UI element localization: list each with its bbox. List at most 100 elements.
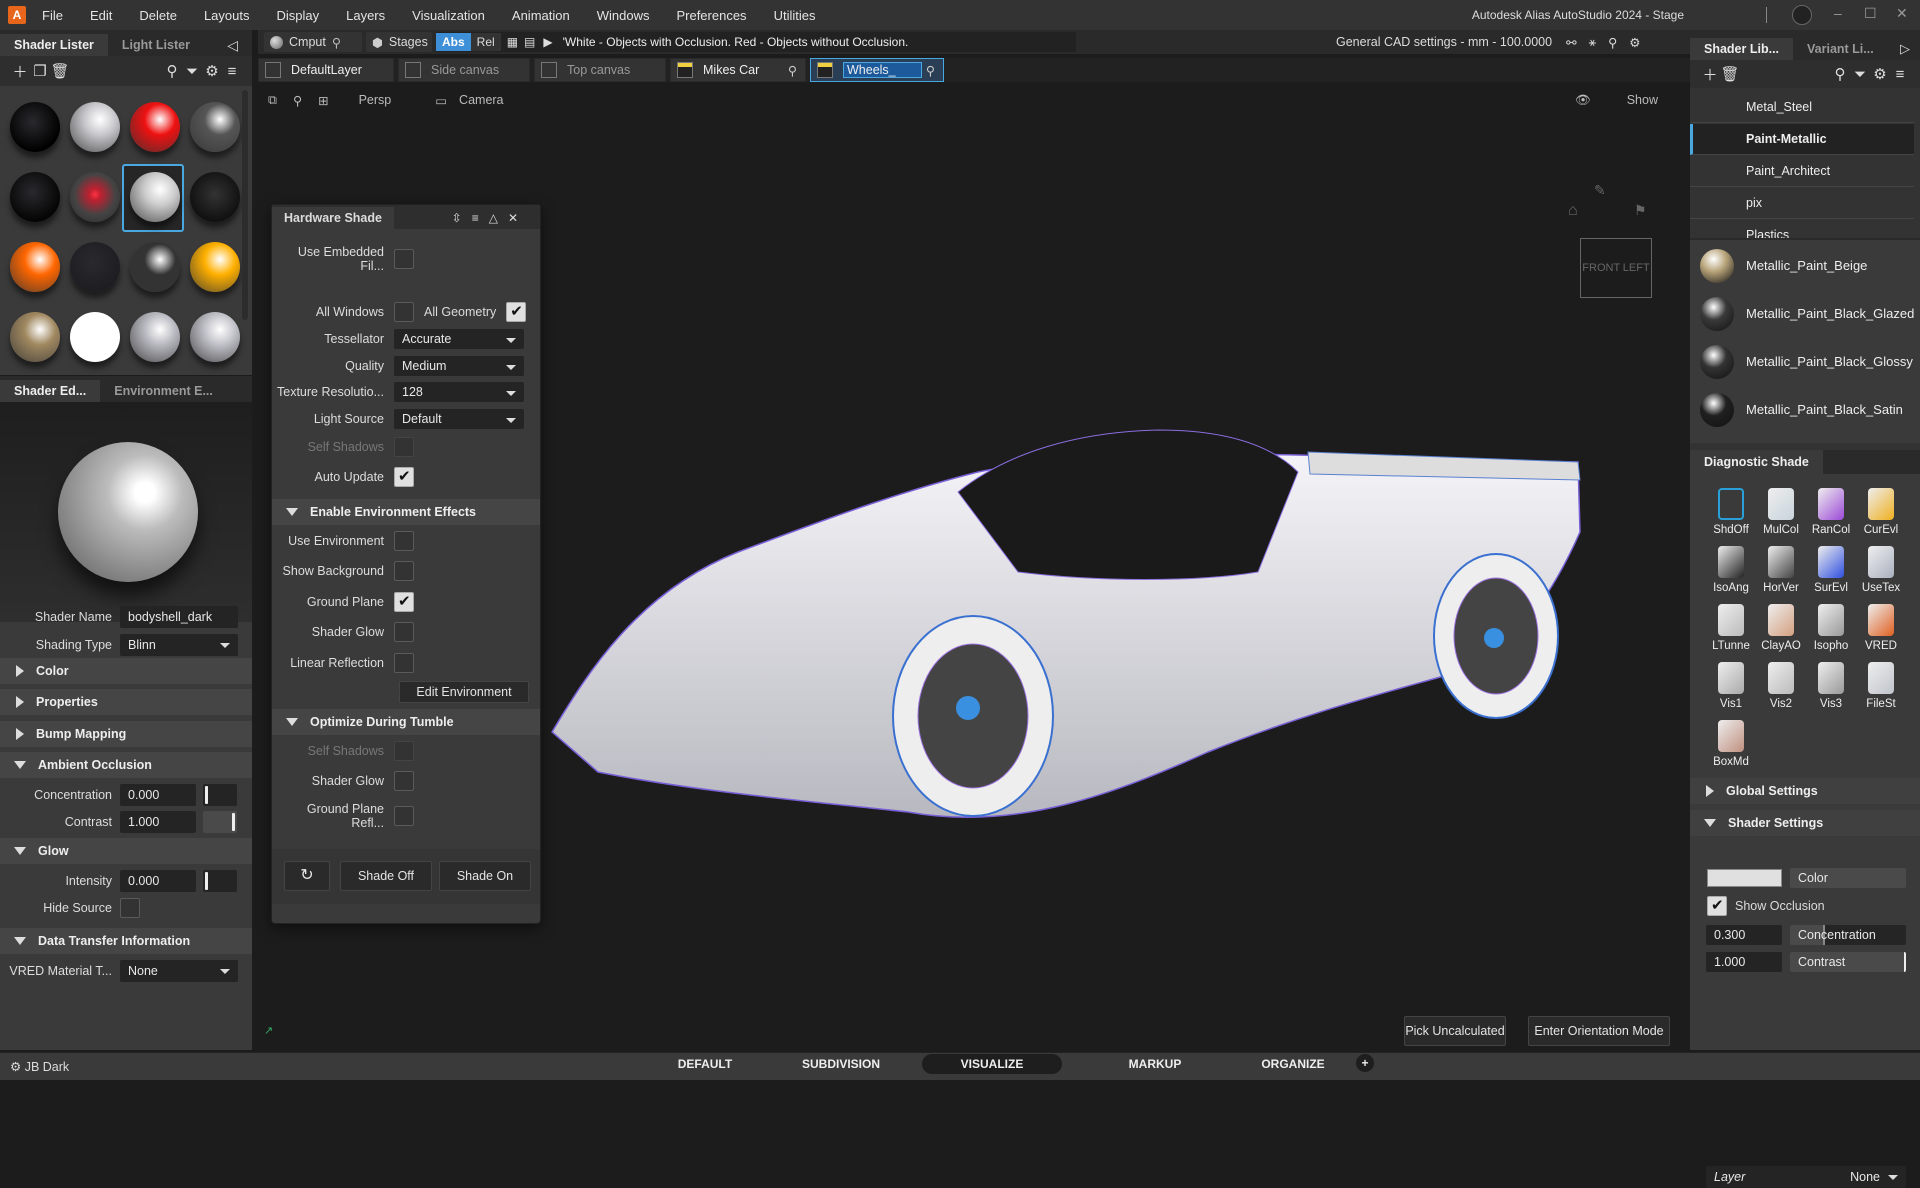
menu-visualization[interactable]: Visualization (412, 8, 485, 23)
opt-self-shadows-checkbox[interactable] (394, 741, 414, 761)
section-optimize-tumble[interactable]: Optimize During Tumble (272, 709, 540, 735)
minimize-button[interactable]: – (1834, 5, 1842, 21)
shader-swatch[interactable] (70, 312, 120, 362)
vred-material-dropdown[interactable]: None (120, 960, 238, 982)
menu-windows[interactable]: Windows (597, 8, 650, 23)
layer-tab[interactable]: Mikes Car ⚲ (670, 58, 806, 82)
shader-swatch[interactable] (10, 102, 60, 152)
search-icon[interactable]: ⚲ (162, 62, 182, 80)
construction-icon[interactable]: ⚹ (1589, 35, 1597, 50)
diagnostic-tool-horver[interactable]: HorVer (1756, 546, 1806, 594)
zoom-icon[interactable]: ⚲ (293, 93, 302, 108)
show-label[interactable]: Show (1627, 93, 1658, 107)
light-dropdown[interactable]: Default (394, 409, 524, 429)
slider-thumb[interactable] (205, 786, 208, 804)
menu-display[interactable]: Display (276, 8, 319, 23)
tab-shader-lister[interactable]: Shader Lister (0, 34, 108, 56)
shader-swatch[interactable] (130, 172, 180, 222)
trash-icon[interactable]: 🗑 (1720, 65, 1740, 83)
library-category[interactable]: Metal_Steel (1690, 92, 1914, 123)
menu-layers[interactable]: Layers (346, 8, 385, 23)
shader-swatch[interactable] (190, 312, 240, 362)
gear-icon[interactable]: ⚙ (1870, 65, 1890, 83)
viewcube-left[interactable]: LEFT (1623, 262, 1650, 274)
trash-icon[interactable]: 🗑 (50, 62, 70, 80)
shader-swatch[interactable] (70, 102, 120, 152)
library-category[interactable]: Paint_Architect (1690, 156, 1914, 187)
library-category[interactable]: Plastics (1690, 220, 1914, 238)
add-icon[interactable]: ＋ (1700, 64, 1720, 85)
play-icon[interactable]: ▶ (543, 35, 552, 49)
glow-intensity-slider[interactable] (203, 870, 237, 892)
workspace-tab-organize[interactable]: ORGANIZE (1248, 1054, 1338, 1074)
diagnostic-tool-isoang[interactable]: IsoAng (1706, 546, 1756, 594)
layer-tab[interactable]: DefaultLayer (258, 58, 394, 82)
glow-intensity-input[interactable]: 0.000 (120, 870, 196, 892)
tab-shader-editor[interactable]: Shader Ed... (0, 380, 101, 402)
show-bg-checkbox[interactable] (394, 561, 414, 581)
texres-dropdown[interactable]: 128 (394, 382, 524, 402)
pick-icon[interactable]: ⚲ (1608, 35, 1617, 50)
cmput-button[interactable]: Cmput ⚲ (264, 32, 362, 52)
add-workspace-button[interactable]: + (1356, 1054, 1374, 1072)
shade-on-button[interactable]: Shade On (439, 861, 531, 891)
shade-off-button[interactable]: Shade Off (340, 861, 432, 891)
shader-swatch[interactable] (10, 242, 60, 292)
search-icon[interactable]: ⚲ (1830, 65, 1850, 83)
filter-icon[interactable]: ⏷ (1850, 66, 1870, 83)
diagnostic-tool-filest[interactable]: FileSt (1856, 662, 1906, 710)
section-color[interactable]: Color (0, 658, 252, 684)
section-glow[interactable]: Glow (0, 838, 252, 864)
viewcube[interactable]: ⌂ ✎ ⚑ FRONT LEFT (1548, 172, 1658, 298)
add-icon[interactable]: ＋ (10, 61, 30, 82)
quality-dropdown[interactable]: Medium (394, 356, 524, 376)
diagnostic-tool-usetex[interactable]: UseTex (1856, 546, 1906, 594)
slider-thumb[interactable] (232, 813, 235, 831)
pin-dialog-icon[interactable]: ⇳ (452, 211, 472, 225)
layer-tab[interactable]: Top canvas (534, 58, 666, 82)
menu-preferences[interactable]: Preferences (676, 8, 746, 23)
shader-swatch[interactable] (190, 172, 240, 222)
abs-toggle[interactable]: Abs (436, 33, 471, 51)
shader-swatch[interactable] (190, 242, 240, 292)
opt-shader-glow-checkbox[interactable] (394, 771, 414, 791)
shader-swatch[interactable] (130, 242, 180, 292)
concentration-input[interactable]: 0.300 (1706, 925, 1782, 945)
shader-swatch[interactable] (130, 312, 180, 362)
shading-type-dropdown[interactable]: Blinn (120, 634, 238, 656)
shader-swatch[interactable] (190, 102, 240, 152)
swatch-scrollbar[interactable] (242, 90, 248, 320)
search-icon[interactable]: ⚲ (788, 63, 797, 78)
shader-swatch[interactable] (130, 102, 180, 152)
section-data-transfer[interactable]: Data Transfer Information (0, 928, 252, 954)
expand-panel-icon[interactable]: ▷ (1900, 38, 1910, 60)
tab-light-lister[interactable]: Light Lister (108, 34, 204, 56)
diagnostic-tool-curevl[interactable]: CurEvl (1856, 488, 1906, 536)
color-slider[interactable]: Color (1790, 868, 1906, 888)
rel-toggle[interactable]: Rel (470, 33, 501, 51)
menu-animation[interactable]: Animation (512, 8, 570, 23)
diagnostic-tool-surevl[interactable]: SurEvl (1806, 546, 1856, 594)
workspace-tab-subdivision[interactable]: SUBDIVISION (796, 1054, 886, 1074)
shader-swatch[interactable] (70, 172, 120, 222)
collapse-panel-icon[interactable]: ◁ (227, 34, 238, 56)
menu-file[interactable]: File (42, 8, 63, 23)
menu-icon[interactable]: ≡ (1890, 66, 1910, 83)
pick-uncalculated-button[interactable]: Pick Uncalculated (1404, 1016, 1506, 1046)
layer-tab[interactable]: Wheels_ ⚲ (810, 58, 944, 82)
workspace-tab-markup[interactable]: MARKUP (1110, 1054, 1200, 1074)
duplicate-icon[interactable]: ❐ (30, 62, 50, 80)
viewcube-front[interactable]: FRONT (1582, 262, 1620, 274)
section-environment-effects[interactable]: Enable Environment Effects (272, 499, 540, 525)
search-icon[interactable]: ⚲ (926, 63, 935, 78)
shader-name-input[interactable]: bodyshell_dark (120, 606, 238, 628)
opt-ground-refl-checkbox[interactable] (394, 806, 414, 826)
diagnostic-tool-vred[interactable]: VRED (1856, 604, 1906, 652)
menu-utilities[interactable]: Utilities (774, 8, 816, 23)
self-shadows-checkbox[interactable] (394, 437, 414, 457)
use-embedded-checkbox[interactable] (394, 249, 414, 269)
tab-diagnostic-shade[interactable]: Diagnostic Shade (1690, 450, 1823, 474)
ao-contrast-input[interactable]: 1.000 (120, 811, 196, 833)
library-shader-item[interactable]: Metallic_Paint_Black_Satin (1690, 386, 1916, 434)
section-properties[interactable]: Properties (0, 689, 252, 715)
